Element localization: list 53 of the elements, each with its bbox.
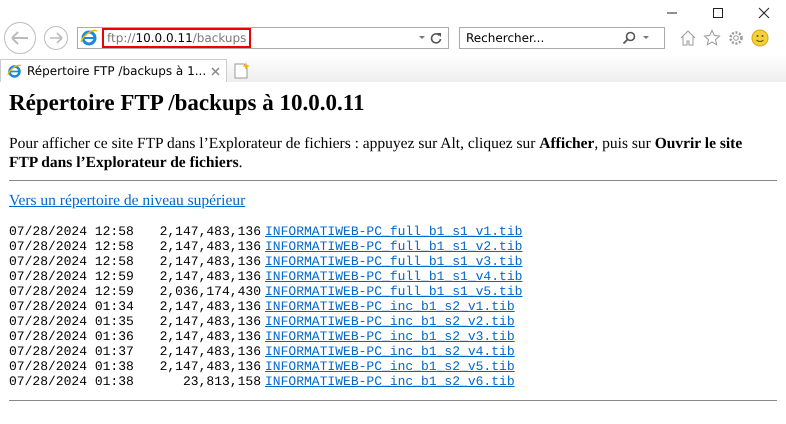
file-link[interactable]: INFORMATIWEB-PC_inc_b1_s2_v2.tib (265, 314, 515, 329)
home-icon[interactable] (679, 29, 697, 47)
file-link[interactable]: INFORMATIWEB-PC_inc_b1_s2_v6.tib (265, 374, 515, 389)
file-link[interactable]: INFORMATIWEB-PC_full_b1_s1_v2.tib (265, 239, 522, 254)
file-link[interactable]: INFORMATIWEB-PC_inc_b1_s2_v5.tib (265, 359, 515, 374)
file-link[interactable]: INFORMATIWEB-PC_full_b1_s1_v3.tib (265, 254, 522, 269)
instructions-text: Pour afficher ce site FTP dans l’Explorateur de fichiers : appuyez sur Alt, cliquez sur Afficher, puis sur Ouvrir le site FTP dans l’Explorateur de fichiers. (9, 134, 744, 172)
file-date: 07/28/2024 12:59 (9, 284, 135, 299)
file-date: 07/28/2024 01:38 (9, 374, 135, 389)
file-link[interactable]: INFORMATIWEB-PC_inc_b1_s2_v4.tib (265, 344, 515, 359)
url-text: ftp://10.0.0.11/backups (102, 28, 252, 48)
file-date: 07/28/2024 01:34 (9, 299, 135, 314)
dropdown-icon[interactable] (418, 35, 426, 41)
file-date: 07/28/2024 12:58 (9, 239, 135, 254)
file-date: 07/28/2024 12:58 (9, 224, 135, 239)
file-date: 07/28/2024 01:35 (9, 314, 135, 329)
close-icon[interactable] (758, 7, 770, 19)
file-date: 07/28/2024 12:59 (9, 269, 135, 284)
file-size: 2,147,483,136 (158, 254, 261, 269)
file-date: 07/28/2024 12:58 (9, 254, 135, 269)
dropdown-icon[interactable] (642, 35, 650, 41)
file-link[interactable]: INFORMATIWEB-PC_inc_b1_s2_v3.tib (265, 329, 515, 344)
file-size: 2,147,483,136 (158, 299, 261, 314)
file-link[interactable]: INFORMATIWEB-PC_full_b1_s1_v5.tib (265, 284, 522, 299)
settings-icon[interactable] (727, 29, 745, 47)
file-date: 07/28/2024 01:38 (9, 359, 135, 374)
search-field[interactable]: Rechercher... (459, 27, 665, 49)
search-icon[interactable] (622, 31, 636, 45)
file-size: 2,147,483,136 (158, 239, 261, 254)
file-size: 2,147,483,136 (158, 359, 261, 374)
refresh-icon[interactable] (430, 32, 442, 44)
browser-logo-icon (7, 64, 22, 78)
file-size: 2,036,174,430 (158, 284, 261, 299)
star-icon[interactable] (703, 29, 721, 47)
file-size: 2,147,483,136 (158, 269, 261, 284)
file-date: 07/28/2024 01:36 (9, 329, 135, 344)
file-size: 2,147,483,136 (158, 329, 261, 344)
browser-logo-icon (80, 29, 98, 47)
file-link[interactable]: INFORMATIWEB-PC_full_b1_s1_v1.tib (265, 224, 522, 239)
file-size: 2,147,483,136 (158, 344, 261, 359)
tab-title: Répertoire FTP /backups à 1... (27, 64, 206, 78)
file-size: 2,147,483,136 (158, 224, 261, 239)
page-heading: Répertoire FTP /backups à 10.0.0.11 (9, 90, 366, 116)
address-field[interactable]: ftp://10.0.0.11/backups (77, 27, 449, 49)
smiley-icon[interactable] (751, 29, 769, 47)
parent-directory-link[interactable]: Vers un répertoire de niveau supérieur (9, 192, 246, 210)
file-link[interactable]: INFORMATIWEB-PC_full_b1_s1_v4.tib (265, 269, 522, 284)
maximize-icon[interactable] (712, 7, 724, 19)
file-link[interactable]: INFORMATIWEB-PC_inc_b1_s2_v1.tib (265, 299, 515, 314)
browser-tab[interactable]: Répertoire FTP /backups à 1... (0, 59, 228, 82)
file-date: 07/28/2024 01:37 (9, 344, 135, 359)
file-size: 2,147,483,136 (158, 314, 261, 329)
file-size: 23,813,158 (182, 374, 261, 389)
